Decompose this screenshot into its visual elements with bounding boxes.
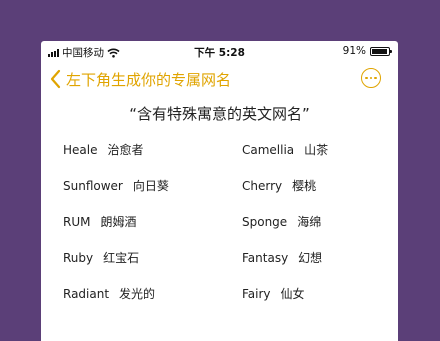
chinese-meaning: 治愈者 xyxy=(107,143,144,157)
status-right: 91% xyxy=(342,45,392,57)
english-name: Cherry xyxy=(242,179,283,193)
name-item: RUM 朗姆酒 xyxy=(63,213,137,230)
english-name: Camellia xyxy=(242,143,295,157)
chinese-meaning: 樱桃 xyxy=(292,179,317,193)
name-item: Fantasy 幻想 xyxy=(242,249,322,266)
english-name: Fantasy xyxy=(242,251,289,265)
english-name: Ruby xyxy=(63,251,94,265)
chinese-meaning: 山茶 xyxy=(304,143,329,157)
name-item: Camellia 山茶 xyxy=(242,141,328,158)
name-item: Sunflower 向日葵 xyxy=(63,177,169,194)
name-item: Sponge 海绵 xyxy=(242,213,321,230)
english-name: Heale xyxy=(63,143,98,157)
chinese-meaning: 幻想 xyxy=(298,251,323,265)
chinese-meaning: 发光的 xyxy=(119,287,156,301)
chevron-left-icon[interactable] xyxy=(47,68,65,90)
chinese-meaning: 向日葵 xyxy=(132,179,169,193)
page-title: 左下角生成你的专属网名 xyxy=(66,71,232,89)
chinese-meaning: 仙女 xyxy=(280,287,305,301)
battery-icon xyxy=(370,46,392,56)
name-item: Cherry 樱桃 xyxy=(242,177,316,194)
english-name: Fairy xyxy=(242,287,271,301)
english-name: Sunflower xyxy=(63,179,123,193)
article-heading: “含有特殊寓意的英文网名” xyxy=(129,105,310,123)
name-item: Ruby 红宝石 xyxy=(63,249,139,266)
chinese-meaning: 红宝石 xyxy=(103,251,140,265)
english-name: RUM xyxy=(63,215,91,229)
chinese-meaning: 海绵 xyxy=(297,215,322,229)
more-horizontal-icon[interactable] xyxy=(361,68,381,88)
name-item: Heale 治愈者 xyxy=(63,141,144,158)
battery-percent: 91% xyxy=(342,45,366,57)
name-item: Fairy 仙女 xyxy=(242,285,305,302)
navigation-bar: 左下角生成你的专属网名 xyxy=(41,65,398,93)
chinese-meaning: 朗姆酒 xyxy=(100,215,137,229)
phone-screen: 中国移动 下午 5:28 91% 左下角生成你的专属网名 “含有特殊寓意的英文网… xyxy=(41,41,398,341)
english-name: Sponge xyxy=(242,215,288,229)
status-bar: 中国移动 下午 5:28 91% xyxy=(41,41,398,61)
english-name: Radiant xyxy=(63,287,110,301)
name-item: Radiant 发光的 xyxy=(63,285,155,302)
